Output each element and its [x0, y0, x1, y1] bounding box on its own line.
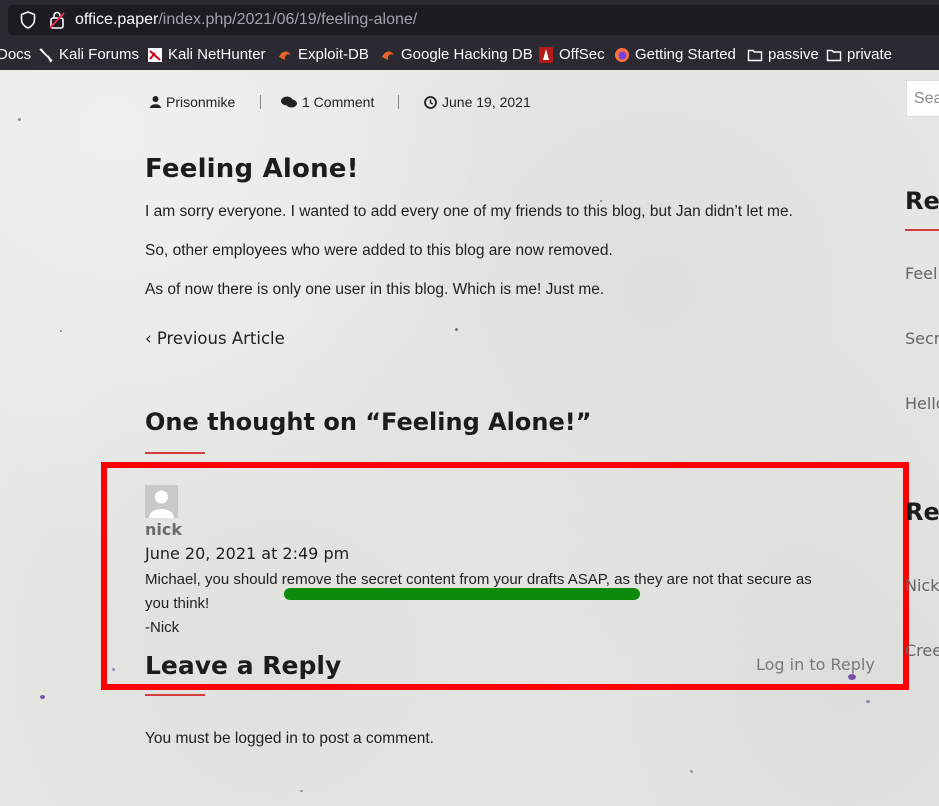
texture-speck — [18, 118, 21, 121]
url-host: office.paper — [75, 11, 159, 28]
bookmark-label: OffSec — [559, 46, 605, 63]
bookmark-label: Exploit-DB — [298, 46, 369, 63]
bookmark-label: Docs — [0, 46, 32, 63]
kali-dragon-icon — [39, 48, 53, 63]
comments-heading: One thought on “Feeling Alone!” — [145, 408, 592, 436]
post-comment-count[interactable]: 1 Comment — [281, 94, 374, 110]
post-title: Feeling Alone! — [145, 154, 359, 184]
exploit-db-icon — [279, 51, 291, 60]
post-author-name: Prisonmike — [166, 94, 236, 110]
page-content: Prisonmike 1 Comment June 19, 2021 Feeli… — [0, 70, 939, 806]
meta-divider — [398, 95, 399, 109]
texture-speck — [60, 330, 62, 332]
bookmark-kali-forums[interactable]: Kali Forums — [38, 46, 139, 64]
post-date-text: June 19, 2021 — [442, 94, 531, 110]
user-icon — [150, 96, 161, 108]
url-path: /index.php/2021/06/19/feeling-alone/ — [158, 11, 418, 28]
sidebar-recent-post-link[interactable]: Feel — [905, 264, 937, 283]
bookmark-google-hacking-db[interactable]: Google Hacking DB — [380, 46, 533, 64]
previous-article-label: Previous Article — [156, 329, 285, 348]
folder-icon — [826, 49, 842, 62]
heading-accent-line — [145, 452, 205, 454]
bookmark-docs[interactable]: Docs — [0, 46, 31, 64]
bookmark-label: passive — [768, 46, 819, 63]
post-author[interactable]: Prisonmike — [150, 94, 235, 110]
nethunter-icon — [148, 48, 162, 62]
chevron-left-icon: ‹ — [145, 329, 157, 348]
url-text[interactable]: office.paper/index.php/2021/06/19/feelin… — [75, 10, 417, 30]
previous-article-link[interactable]: ‹ Previous Article — [145, 329, 285, 348]
bookmark-label: Google Hacking DB — [401, 46, 533, 63]
search-placeholder: Sea — [914, 90, 939, 107]
bookmark-getting-started[interactable]: Getting Started — [614, 46, 736, 64]
post-paragraph: So, other employees who were added to th… — [145, 242, 613, 259]
sidebar-recent-comment-link[interactable]: Cree — [905, 641, 939, 660]
firefox-icon — [615, 48, 629, 62]
insecure-lock-icon[interactable] — [48, 10, 66, 30]
clock-icon — [424, 95, 437, 109]
bookmark-label: Kali Forums — [59, 46, 140, 63]
bookmark-kali-nethunter[interactable]: Kali NetHunter — [147, 46, 266, 64]
sidebar-heading-recent-posts: Re — [905, 187, 939, 215]
offsec-icon — [539, 47, 553, 63]
texture-speck — [455, 328, 458, 331]
texture-speck — [866, 700, 870, 703]
post-paragraph: I am sorry everyone. I wanted to add eve… — [145, 203, 793, 220]
texture-speck — [600, 200, 602, 202]
folder-icon — [747, 49, 763, 62]
texture-speck — [690, 770, 693, 773]
bookmark-exploit-db[interactable]: Exploit-DB — [277, 46, 369, 64]
tracking-protection-shield-icon[interactable] — [20, 11, 36, 29]
sidebar-recent-post-link[interactable]: Hello — [905, 394, 939, 413]
post-paragraph: As of now there is only one user in this… — [145, 281, 605, 298]
search-input[interactable]: Sea — [906, 80, 939, 117]
bookmark-label: Kali NetHunter — [168, 46, 266, 63]
login-required-notice: You must be logged in to post a comment. — [145, 730, 434, 747]
sidebar-heading-recent-comments: Re — [905, 498, 939, 526]
bookmarks-toolbar: Docs Kali Forums Kali NetHunter Exploit-… — [0, 40, 939, 70]
bookmark-label: Getting Started — [635, 46, 736, 63]
bookmark-passive[interactable]: passive — [747, 46, 819, 64]
annotation-highlight-box — [101, 462, 909, 690]
texture-speck — [40, 695, 45, 699]
bookmark-offsec[interactable]: OffSec — [538, 46, 605, 64]
ghdb-icon — [382, 51, 394, 60]
sidebar-recent-comment-link[interactable]: Nick — [905, 576, 939, 595]
address-bar-row: office.paper/index.php/2021/06/19/feelin… — [0, 0, 939, 40]
post-date[interactable]: June 19, 2021 — [424, 94, 531, 110]
texture-speck — [300, 790, 303, 792]
sidebar-recent-post-link[interactable]: Secr — [905, 329, 939, 348]
comments-icon — [281, 96, 297, 107]
bookmark-label: private — [847, 46, 893, 63]
heading-accent-line — [905, 229, 939, 231]
heading-accent-line — [145, 694, 205, 696]
comment-count-text: 1 Comment — [302, 94, 375, 110]
meta-divider — [260, 95, 261, 109]
bookmark-private[interactable]: private — [826, 46, 892, 64]
